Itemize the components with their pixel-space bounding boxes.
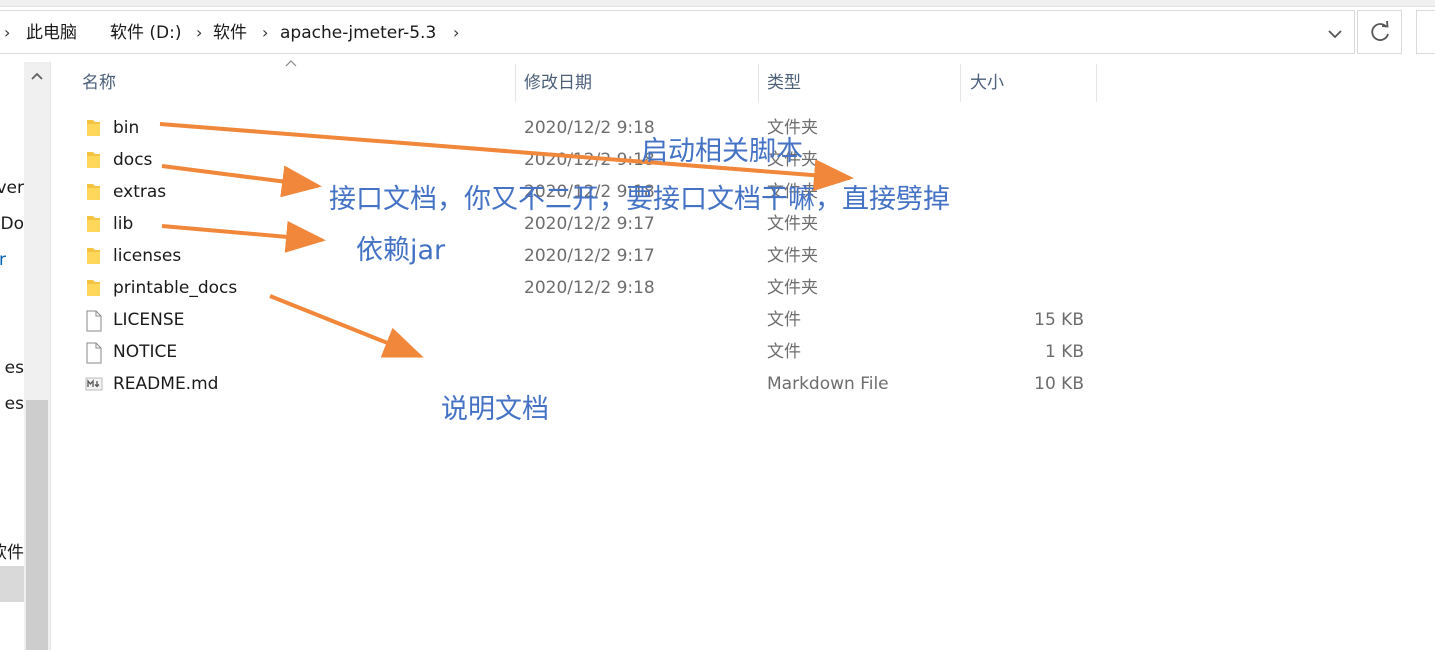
annotation-docs: 接口文档，你又不二开，要接口文档干嘛，直接劈掉 [329,184,950,215]
annotation-bin: 启动相关脚本 [641,136,803,167]
annotation-printable-docs: 说明文档 [441,394,549,425]
annotation-arrows [159,122,854,358]
annotation-lib: 依赖jar [356,235,446,266]
arrow-to-docs [161,164,322,198]
arrow-to-lib [161,220,326,253]
arrow-to-printable-docs [269,294,424,358]
